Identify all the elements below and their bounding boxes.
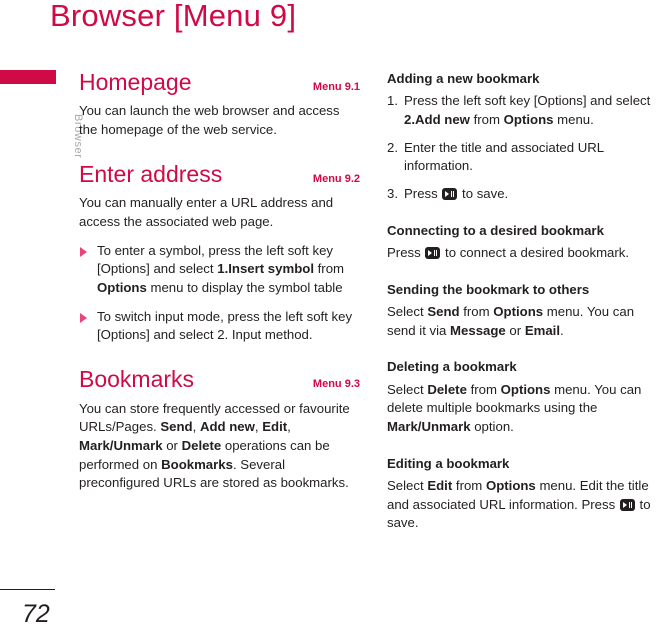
emphasis-text: Mark/Unmark: [387, 418, 471, 434]
section-header: Homepage Menu 9.1: [79, 69, 360, 95]
body-text: menu.: [553, 111, 594, 127]
subsection-heading: Sending the bookmark to others: [387, 281, 590, 297]
ok-key-icon: [442, 188, 458, 201]
body-text: menu to display the symbol table: [146, 280, 343, 295]
emphasis-text: Bookmarks: [161, 456, 233, 472]
emphasis-text: Options: [97, 280, 147, 295]
emphasis-text: Add new: [199, 419, 255, 435]
section-paragraph: You can store frequently accessed or fav…: [79, 400, 360, 494]
section-menu-code: Menu 9.1: [312, 81, 360, 93]
numbered-step-list: 1. Press the left soft key [Options] and …: [387, 92, 658, 204]
left-column: Homepage Menu 9.1 You can launch the web b…: [79, 69, 360, 515]
step-number: 2.: [387, 139, 398, 155]
body-text: To switch input mode, press the left sof…: [97, 308, 353, 343]
step-item: 3. Press to save.: [387, 185, 658, 204]
emphasis-text: Edit: [427, 477, 453, 493]
side-tab: Browser: [0, 70, 84, 159]
section-header: Bookmarks Menu 9.3: [79, 366, 360, 393]
body-text: Enter the title and associated URL infor…: [404, 139, 604, 174]
body-text: to connect a desired bookmark.: [441, 244, 630, 260]
side-tab-accent-bar: [0, 70, 56, 84]
emphasis-text: 1.Insert symbol: [217, 261, 314, 277]
body-text: Select: [387, 477, 428, 493]
bullet-list: To enter a symbol, press the left soft k…: [79, 242, 360, 346]
subsection-heading: Connecting to a desired bookmark: [387, 222, 604, 238]
section-title: Homepage: [79, 69, 192, 95]
subsection-paragraph: Select Edit from Options menu. Edit the …: [387, 477, 658, 533]
body-text: Press: [404, 186, 442, 202]
emphasis-text: Email: [524, 322, 561, 338]
body-text: option.: [470, 418, 514, 434]
emphasis-text: Options: [500, 381, 551, 397]
page-title: Browser [Menu 9]: [50, 0, 297, 33]
bullet-item: To enter a symbol, press the left soft k…: [79, 242, 360, 298]
emphasis-text: Delete: [181, 437, 222, 453]
section-enter-address: Enter address Menu 9.2 You can manually en…: [79, 160, 360, 346]
emphasis-text: Delete: [427, 381, 467, 397]
body-text: from: [452, 477, 486, 493]
emphasis-text: Mark/Unmark: [79, 437, 163, 453]
subsection-paragraph: Press to connect a desired bookmark.: [387, 244, 658, 263]
subsection-heading: Editing a bookmark: [387, 455, 510, 471]
body-text: ,: [192, 419, 200, 435]
subsection-heading: Adding a new bookmark: [387, 71, 540, 86]
right-column: Adding a new bookmark 1. Press the left so…: [387, 70, 658, 551]
section-sending-the-bookmark-to-others: Sending the bookmark to others Select Sen…: [387, 281, 658, 341]
body-text: to save.: [458, 186, 509, 202]
section-deleting-a-bookmark: Deleting a bookmark Select Delete from Op…: [387, 358, 658, 436]
body-text: or: [162, 437, 182, 453]
page-number: 72: [22, 600, 50, 628]
body-text: ,: [287, 419, 291, 435]
section-editing-a-bookmark: Editing a bookmark Select Edit from Optio…: [387, 455, 658, 533]
subsection-paragraph: Select Delete from Options menu. You can…: [387, 381, 658, 437]
emphasis-text: Send: [160, 419, 193, 435]
section-connecting-to-a-desired-bookmark: Connecting to a desired bookmark Press to…: [387, 222, 658, 263]
emphasis-text: Send: [427, 303, 460, 319]
section-title: Bookmarks: [79, 366, 195, 393]
body-text: Select: [387, 381, 428, 397]
body-text: or: [505, 322, 525, 338]
footer-divider: [0, 588, 55, 590]
ok-key-icon: [619, 498, 635, 511]
section-header: Enter address Menu 9.2: [79, 160, 360, 187]
section-title: Enter address: [79, 160, 223, 187]
subsection-heading: Deleting a bookmark: [387, 359, 517, 375]
step-number: 1.: [387, 93, 398, 109]
body-text: Press the left soft key [Options] and se…: [404, 93, 651, 109]
emphasis-text: Options: [493, 303, 544, 319]
section-paragraph: You can launch the web browser and acces…: [79, 103, 340, 138]
section-bookmarks: Bookmarks Menu 9.3 You can store frequentl…: [79, 366, 360, 494]
side-tab-label: Browser: [72, 114, 84, 159]
section-menu-code: Menu 9.3: [312, 378, 360, 391]
subsection-paragraph: Select Send from Options menu. You can s…: [387, 303, 658, 340]
emphasis-text: Message: [450, 322, 506, 338]
body-text: from: [459, 303, 494, 319]
body-text: Press: [387, 244, 425, 260]
step-item: 1. Press the left soft key [Options] and …: [387, 92, 658, 129]
body-text: from: [313, 261, 345, 277]
body-text: .: [560, 322, 564, 338]
triangle-bullet-icon: [80, 246, 87, 257]
bullet-item: To switch input mode, press the left sof…: [79, 308, 360, 345]
emphasis-text: Edit: [262, 419, 288, 435]
step-item: 2. Enter the title and associated URL inf…: [387, 139, 658, 176]
section-menu-code: Menu 9.2: [312, 172, 360, 185]
section-paragraph: You can manually enter a URL address and…: [79, 195, 334, 229]
body-text: from: [466, 381, 501, 397]
body-text: Select: [387, 303, 428, 319]
emphasis-text: Options: [485, 477, 536, 493]
step-number: 3.: [387, 186, 398, 202]
ok-key-icon: [425, 246, 441, 259]
emphasis-text: 2.Add new: [404, 111, 470, 127]
section-homepage: Homepage Menu 9.1 You can launch the web b…: [79, 69, 360, 140]
manual-page: { "page": { "title": "Browser [Menu 9]",…: [0, 0, 658, 637]
emphasis-text: Options: [503, 111, 554, 127]
triangle-bullet-icon: [80, 312, 87, 323]
section-adding-a-new-bookmark: Adding a new bookmark 1. Press the left so…: [387, 70, 658, 204]
body-text: from: [469, 111, 504, 127]
